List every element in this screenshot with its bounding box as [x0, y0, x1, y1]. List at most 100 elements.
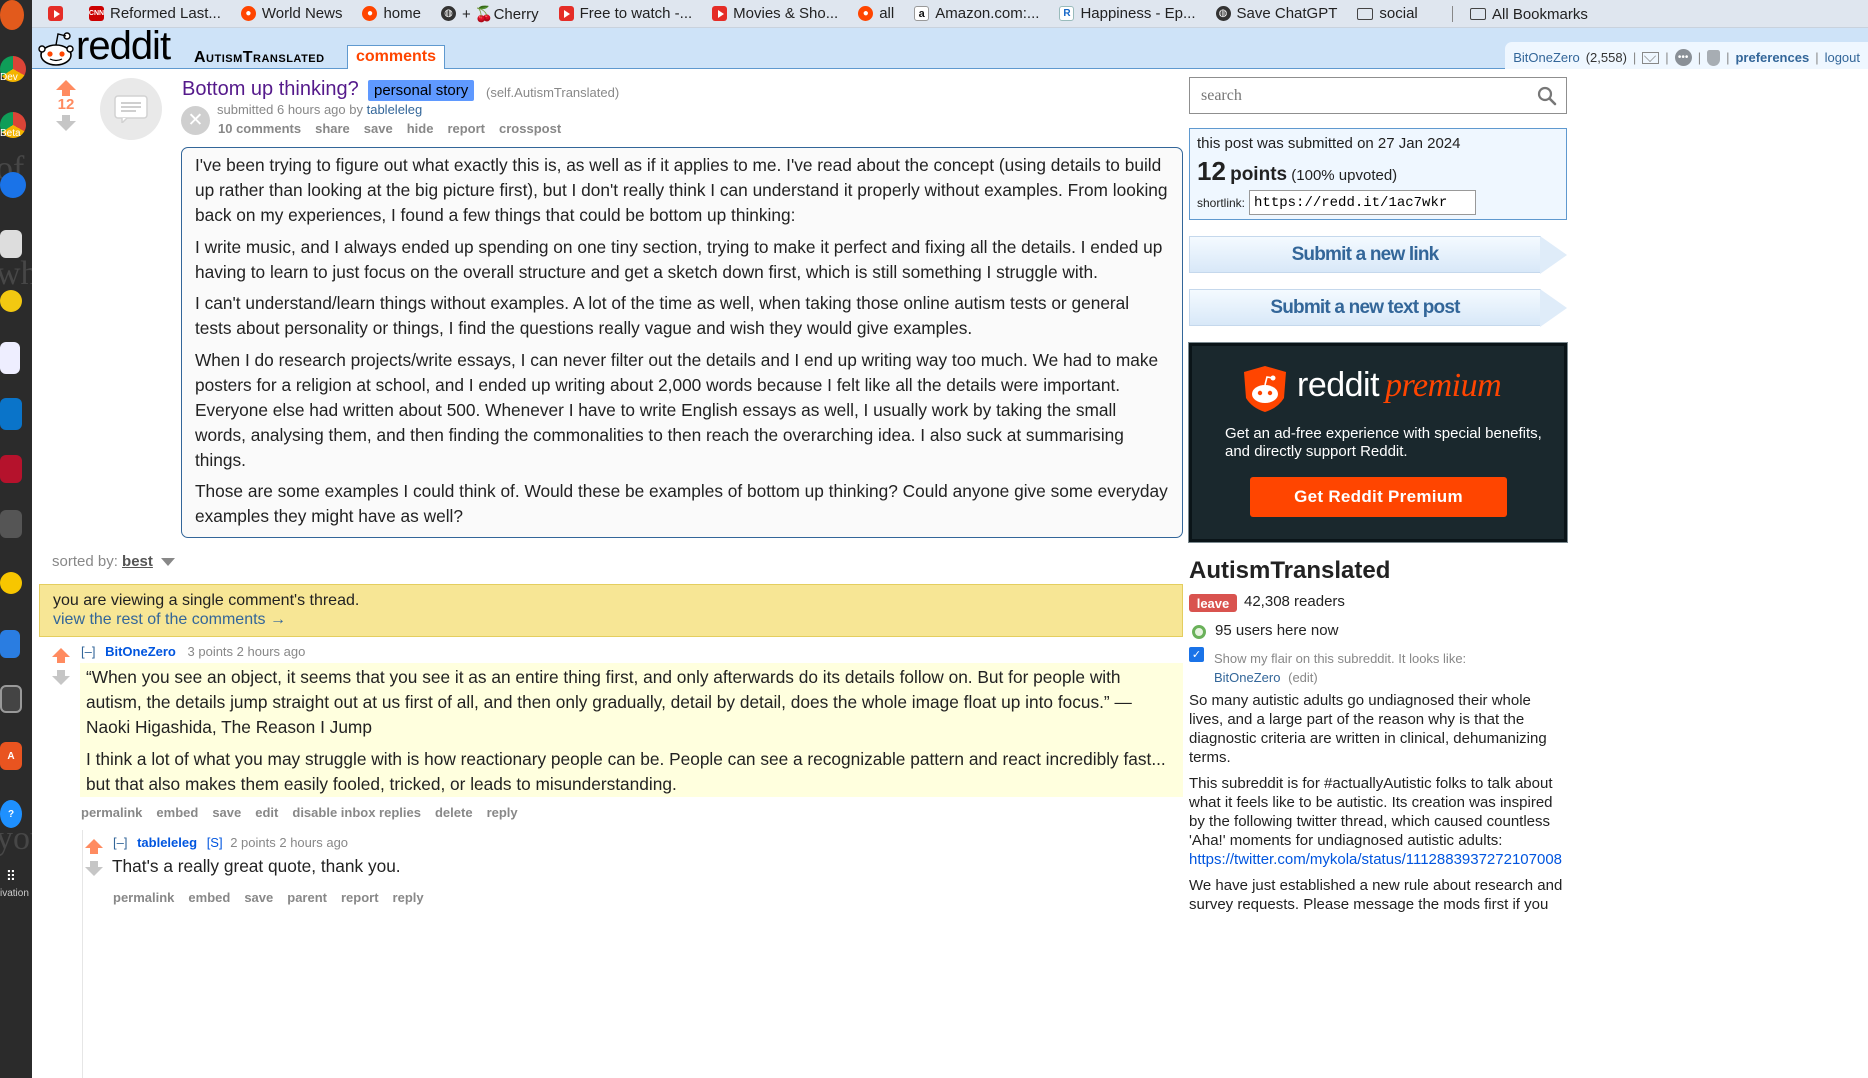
- terminal-icon[interactable]: [0, 510, 22, 538]
- flair-edit-link[interactable]: (edit): [1288, 670, 1318, 685]
- downvote-arrow-icon[interactable]: [85, 861, 103, 876]
- parent-link[interactable]: parent: [287, 890, 327, 905]
- submit-link-button[interactable]: Submit a new link: [1189, 236, 1567, 274]
- app-grid-icon[interactable]: ⠿: [0, 865, 22, 887]
- save-link[interactable]: save: [364, 121, 393, 136]
- embed-link[interactable]: embed: [188, 890, 230, 905]
- sort-dropdown[interactable]: best: [122, 553, 153, 570]
- chevron-down-icon[interactable]: [161, 558, 176, 567]
- flair-checkbox[interactable]: ✓: [1189, 647, 1204, 662]
- youtube-icon: [558, 6, 574, 21]
- submitter-badge[interactable]: [S]: [207, 835, 223, 850]
- separator: |: [1665, 50, 1669, 65]
- dock-footer-label: ivation: [0, 888, 29, 899]
- writer-icon[interactable]: [0, 630, 20, 658]
- view-rest-link[interactable]: view the rest of the comments →: [53, 611, 1169, 629]
- sort-menu: sorted by: best: [52, 553, 176, 570]
- bookmark-home[interactable]: ● home: [362, 5, 421, 22]
- chromium-icon[interactable]: [0, 172, 26, 198]
- logout-link[interactable]: logout: [1825, 50, 1860, 65]
- upvote-arrow-icon[interactable]: [52, 648, 70, 663]
- description-paragraph: This subreddit is for #actuallyAutistic …: [1189, 775, 1553, 849]
- subreddit-name[interactable]: AutismTranslated: [194, 49, 325, 67]
- downvote-arrow-icon[interactable]: [56, 115, 76, 131]
- username-link[interactable]: BitOneZero: [1513, 50, 1579, 65]
- reddit-wordmark[interactable]: reddit: [76, 24, 171, 69]
- upvote-arrow-icon[interactable]: [56, 80, 76, 96]
- trophy-icon[interactable]: [0, 290, 22, 312]
- post-author-link[interactable]: tableleleg: [367, 102, 423, 117]
- permalink-link[interactable]: permalink: [113, 890, 174, 905]
- text-editor-icon[interactable]: [0, 342, 20, 374]
- tab-comments[interactable]: comments: [347, 45, 446, 69]
- chat-icon[interactable]: •••: [1674, 49, 1692, 66]
- bookmark-world-news[interactable]: ● World News: [240, 5, 342, 22]
- edit-link[interactable]: edit: [255, 805, 278, 820]
- save-link[interactable]: save: [212, 805, 241, 820]
- snoo-icon[interactable]: [36, 28, 76, 68]
- reply-link[interactable]: reply: [487, 805, 518, 820]
- flair-username: BitOneZero: [1214, 670, 1281, 685]
- post-domain[interactable]: (self.AutismTranslated): [486, 85, 619, 100]
- media-player-icon[interactable]: [0, 455, 22, 483]
- crosspost-link[interactable]: crosspost: [499, 121, 561, 136]
- sidebar-subreddit-title[interactable]: AutismTranslated: [1189, 557, 1390, 585]
- bookmark-cherry[interactable]: ◍ + 🍒Cherry: [441, 5, 539, 23]
- preferences-link[interactable]: preferences: [1735, 50, 1809, 65]
- help-icon[interactable]: ?: [0, 800, 22, 828]
- downvote-arrow-icon[interactable]: [52, 670, 70, 685]
- shortlink-field[interactable]: [1249, 190, 1477, 215]
- single-thread-notice: you are viewing a single comment's threa…: [39, 584, 1183, 637]
- comments-count-link[interactable]: 10 comments: [218, 121, 301, 136]
- files-icon[interactable]: [0, 230, 22, 258]
- shortlink-label: shortlink:: [1197, 195, 1246, 210]
- mail-icon[interactable]: [1642, 51, 1660, 64]
- post-flair[interactable]: personal story: [368, 80, 475, 101]
- save-link[interactable]: save: [244, 890, 273, 905]
- comment-author-link[interactable]: tableleleg: [137, 835, 197, 850]
- comment-body: “When you see an object, it seems that y…: [80, 663, 1183, 797]
- software-center-icon[interactable]: A: [0, 742, 22, 770]
- upvote-arrow-icon[interactable]: [85, 839, 103, 854]
- vscode-icon[interactable]: [0, 398, 22, 430]
- submit-text-post-button[interactable]: Submit a new text post: [1189, 289, 1567, 327]
- leave-button[interactable]: leave: [1189, 594, 1237, 612]
- bookmark-save-chatgpt[interactable]: ◍ Save ChatGPT: [1215, 5, 1337, 22]
- bookmark-reformed[interactable]: CNN Reformed Last...: [89, 5, 221, 22]
- share-link[interactable]: share: [315, 121, 350, 136]
- bookmark-folder-social[interactable]: social: [1357, 5, 1418, 22]
- disable-inbox-replies-link[interactable]: disable inbox replies: [292, 805, 421, 820]
- hide-link[interactable]: hide: [407, 121, 434, 136]
- premium-ad: reddit premium Get an ad-free experience …: [1188, 342, 1568, 543]
- bookmark-free-to-watch[interactable]: Free to watch -...: [558, 5, 692, 22]
- post-title[interactable]: Bottom up thinking?: [182, 78, 359, 101]
- close-icon[interactable]: ✕: [181, 106, 210, 135]
- get-premium-button[interactable]: Get Reddit Premium: [1250, 477, 1507, 517]
- bookmark-youtube[interactable]: [48, 6, 69, 21]
- delete-link[interactable]: delete: [435, 805, 473, 820]
- bookmark-all[interactable]: ● all: [858, 5, 894, 22]
- twitter-thread-link[interactable]: https://twitter.com/mykola/status/111288…: [1189, 851, 1562, 868]
- search-input[interactable]: [1189, 77, 1567, 114]
- monitor-icon[interactable]: [0, 685, 22, 713]
- shield-icon[interactable]: [1707, 49, 1721, 66]
- bookmarks-bar: CNN Reformed Last... ● World News ● home…: [0, 0, 1868, 28]
- permalink-link[interactable]: permalink: [81, 805, 142, 820]
- firefox-icon[interactable]: [0, 0, 24, 30]
- embed-link[interactable]: embed: [156, 805, 198, 820]
- reply-link[interactable]: reply: [393, 890, 424, 905]
- collapse-toggle[interactable]: [–]: [113, 835, 127, 850]
- rhythmbox-icon[interactable]: [0, 572, 22, 594]
- bookmark-movies[interactable]: Movies & Sho...: [712, 5, 838, 22]
- bookmark-all-bookmarks[interactable]: All Bookmarks: [1470, 0, 1588, 27]
- comment-author-link[interactable]: BitOneZero: [105, 644, 176, 659]
- report-link[interactable]: report: [341, 890, 379, 905]
- bookmark-happiness[interactable]: R Happiness - Ep...: [1059, 5, 1196, 22]
- report-link[interactable]: report: [447, 121, 485, 136]
- collapse-toggle[interactable]: [–]: [81, 644, 95, 659]
- search-icon[interactable]: [1537, 86, 1557, 106]
- self-post-thumbnail[interactable]: [100, 78, 162, 140]
- bookmark-amazon[interactable]: a Amazon.com:...: [914, 5, 1039, 22]
- separator: |: [1815, 50, 1819, 65]
- happiness-icon: R: [1059, 6, 1075, 21]
